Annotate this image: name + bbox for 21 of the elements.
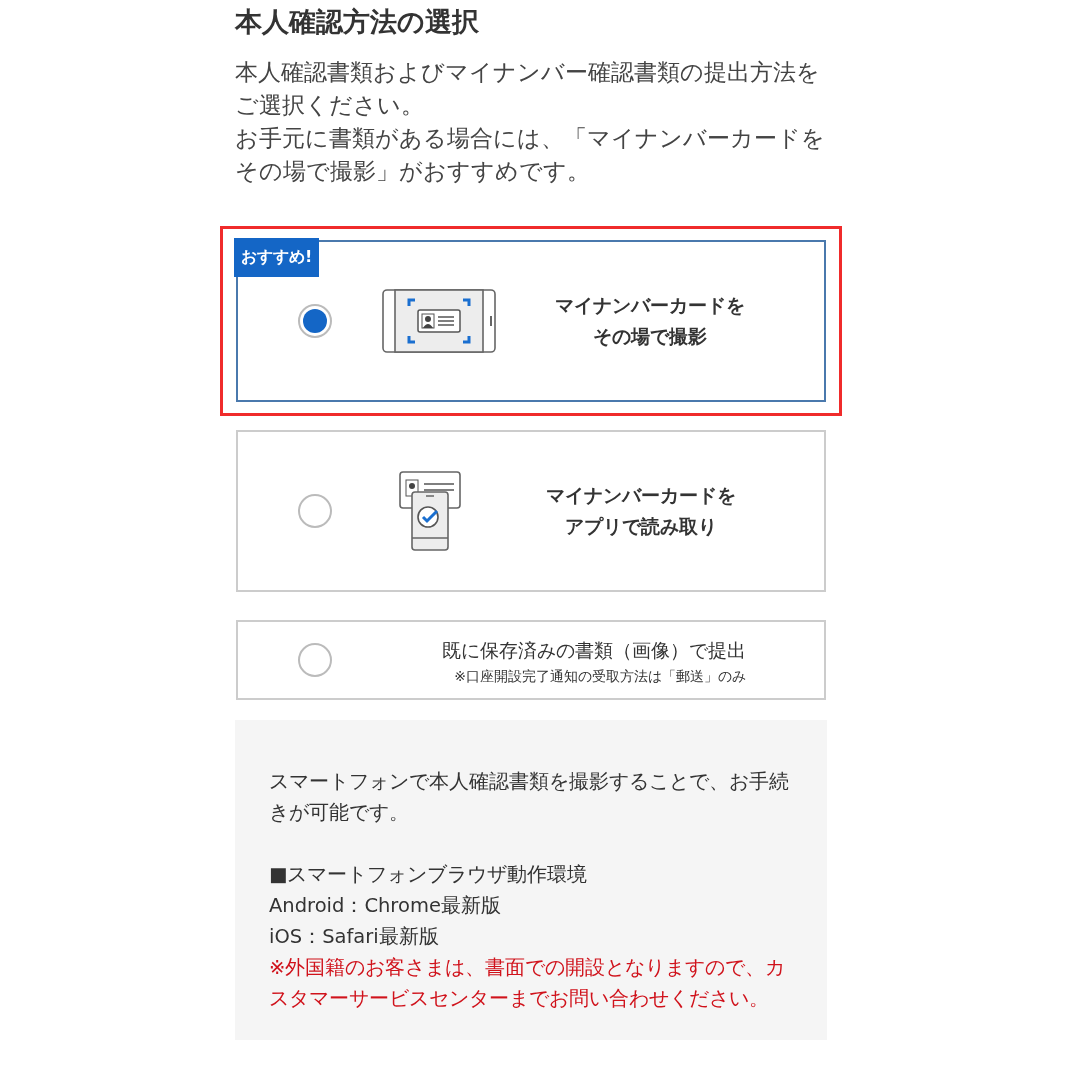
option-card[interactable]: マイナンバーカードをアプリで読み取り <box>236 430 826 592</box>
option-label: マイナンバーカードをその場で撮影 <box>554 293 746 349</box>
phone-scan-card-icon <box>382 289 496 353</box>
phone-card-check-icon <box>398 470 462 552</box>
intro-text: お手元に書類がある場合には、「マイナンバーカードをその場で撮影」がおすすめです。 <box>235 124 826 186</box>
radio-button[interactable] <box>298 643 332 677</box>
option-note: ※口座開設完了通知の受取方法は「郵送」のみ <box>454 667 746 686</box>
warning-text: ※外国籍のお客さまは、書面での開設となりますので、カスタマーサービスセンターまでお問い合わせください。 <box>269 955 787 1012</box>
recommended-badge: おすすめ! <box>234 238 320 277</box>
page-title: 本人確認方法の選択 <box>235 5 480 39</box>
info-heading: ■スマートフォンブラウザ動作環境 <box>269 862 589 888</box>
radio-button[interactable] <box>298 304 332 338</box>
option-card[interactable]: 既に保存済みの書類（画像）で提出 ※口座開設完了通知の受取方法は「郵送」のみ <box>236 620 826 700</box>
info-line: Android：Chrome最新版 <box>269 893 502 919</box>
radio-button[interactable] <box>298 494 332 528</box>
intro-text: 本人確認書類およびマイナンバー確認書類の提出方法をご選択ください。 <box>235 58 821 120</box>
option-label: マイナンバーカードをアプリで読み取り <box>545 483 737 539</box>
option-card[interactable]: おすすめ! マイナンバーカードをその場で撮影 <box>236 240 826 402</box>
option-label: 既に保存済みの書類（画像）で提出 <box>442 637 746 663</box>
info-line: iOS：Safari最新版 <box>269 924 440 950</box>
info-paragraph: スマートフォンで本人確認書類を撮影することで、お手続きが可能です。 <box>269 769 790 826</box>
